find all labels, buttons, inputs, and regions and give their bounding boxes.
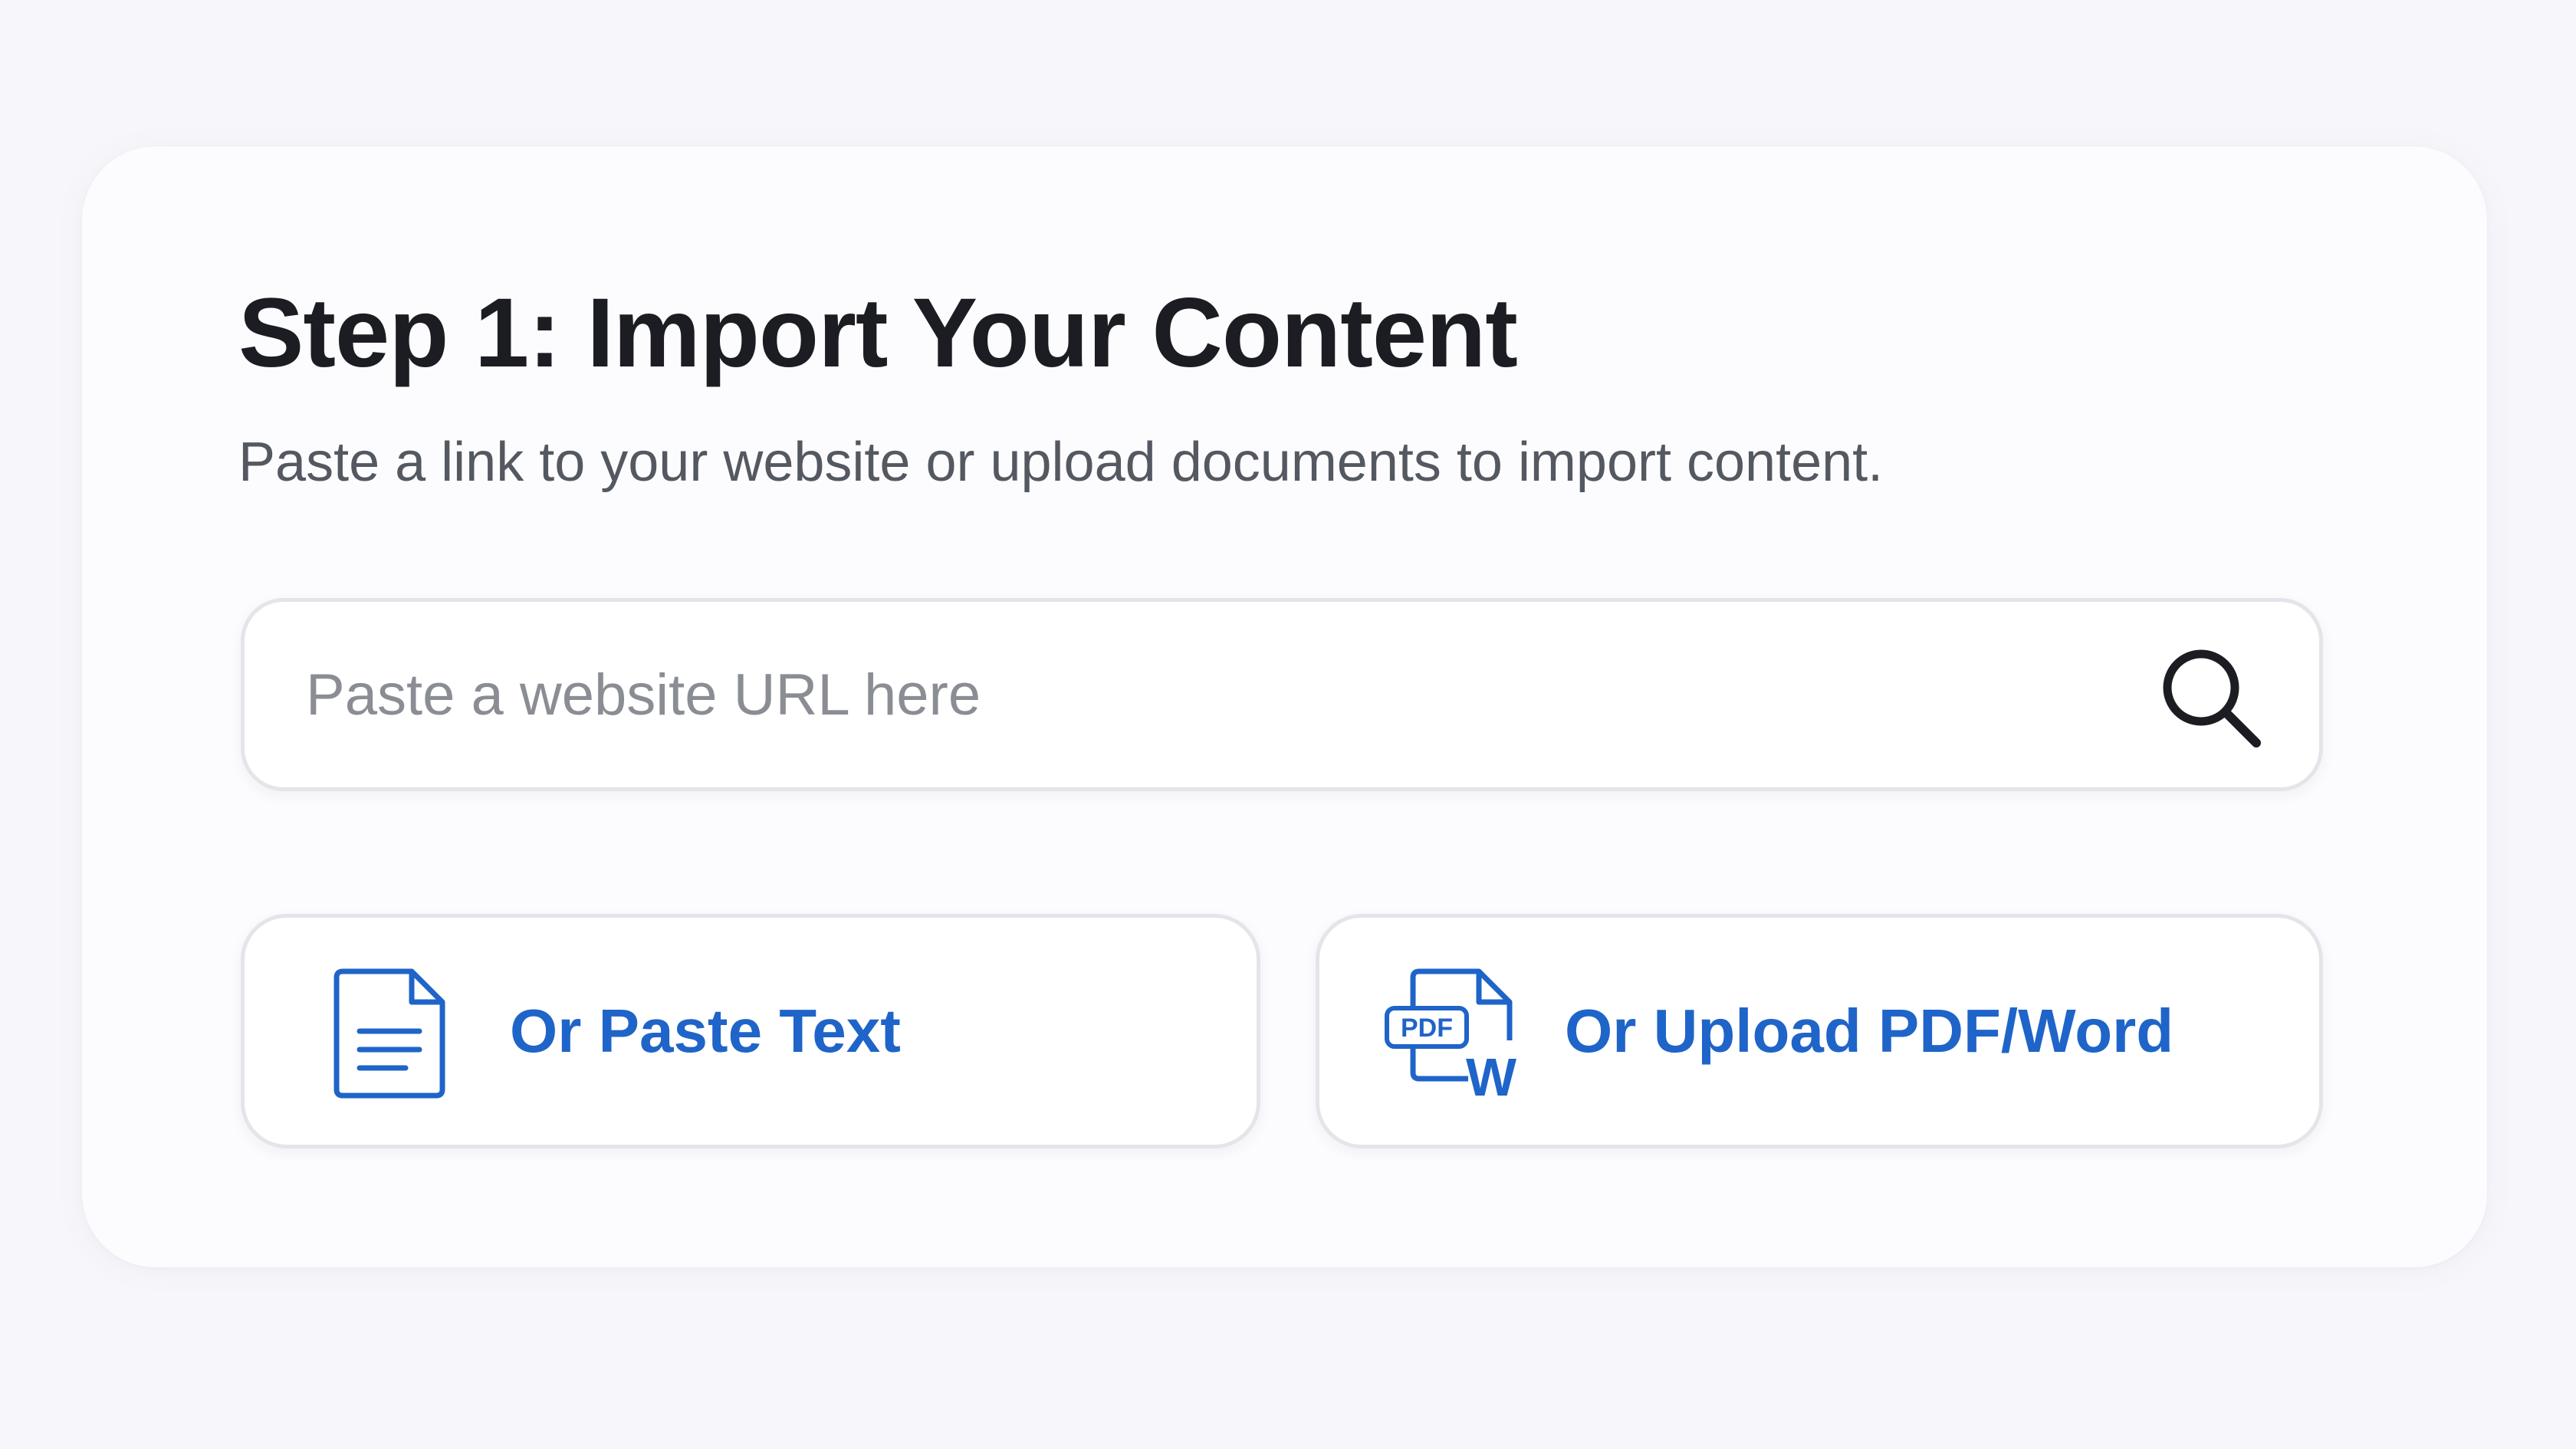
url-input[interactable] xyxy=(306,602,2146,787)
page: Step 1: Import Your Content Paste a link… xyxy=(0,0,2576,1449)
word-icon-text: W xyxy=(1466,1047,1516,1102)
page-title: Step 1: Import Your Content xyxy=(238,278,1518,388)
document-icon xyxy=(334,968,445,1099)
paste-text-label: Or Paste Text xyxy=(510,997,901,1065)
url-input-container xyxy=(241,598,2323,791)
page-subtitle: Paste a link to your website or upload d… xyxy=(238,432,1884,493)
pdf-word-icon: PDF W xyxy=(1385,968,1516,1102)
upload-pdf-word-button[interactable]: PDF W Or Upload PDF/Word xyxy=(1316,914,2323,1148)
paste-text-button[interactable]: Or Paste Text xyxy=(241,914,1260,1148)
pdf-icon-text: PDF xyxy=(1401,1014,1453,1043)
search-icon[interactable] xyxy=(2154,640,2269,755)
upload-pdf-word-label: Or Upload PDF/Word xyxy=(1565,997,2174,1065)
